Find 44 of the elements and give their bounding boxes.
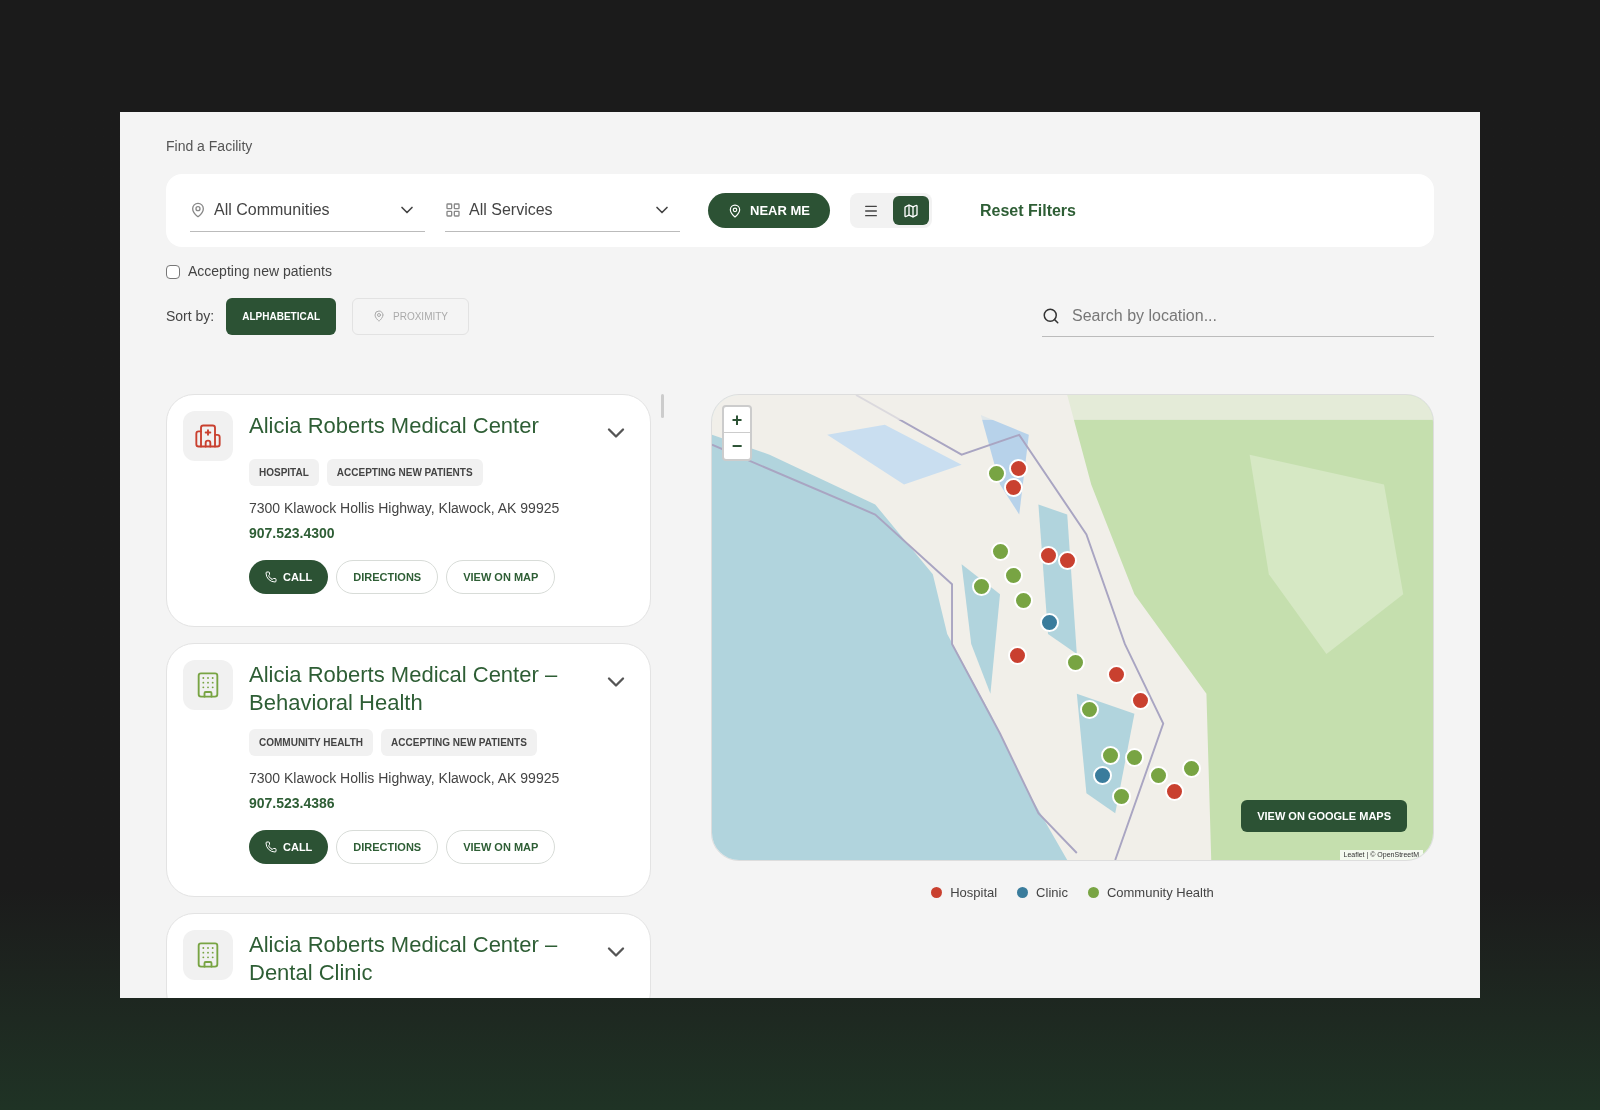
facility-name: Alicia Roberts Medical Center: [249, 412, 539, 440]
call-button[interactable]: CALL: [249, 560, 329, 594]
location-pin-icon: [728, 203, 742, 218]
facility-address: 7300 Klawock Hollis Highway, Klawock, AK 99925: [249, 769, 561, 788]
map-view-button[interactable]: [892, 196, 929, 225]
zoom-out-button[interactable]: −: [724, 433, 750, 459]
legend-label: Community Health: [1106, 884, 1214, 902]
search-icon: [1042, 306, 1060, 325]
facility-phone: 907.523.4300: [249, 524, 336, 543]
google-maps-button[interactable]: VIEW ON GOOGLE MAPS: [1241, 800, 1407, 832]
hospital-icon: [194, 422, 222, 450]
reset-filters-link[interactable]: Reset Filters: [979, 198, 1076, 223]
action-button[interactable]: VIEW ON MAP: [446, 830, 556, 864]
legend-label: Hospital: [950, 884, 998, 902]
call-button[interactable]: CALL: [249, 830, 329, 864]
map-icon: [902, 202, 919, 219]
phone-icon: [265, 841, 277, 853]
action-button[interactable]: DIRECTIONS: [336, 560, 439, 594]
facility-name: Alicia Roberts Medical Center – Behavioral Health: [249, 661, 559, 717]
checkbox-label: Accepting new patients: [188, 262, 332, 281]
grid-icon: [445, 202, 461, 218]
tag: HOSPITAL: [249, 459, 319, 486]
scrollbar[interactable]: [661, 394, 664, 418]
location-pin-icon: [373, 310, 386, 322]
tag: ACCEPTING NEW PATIENTS: [326, 459, 483, 486]
facility-address: 7300 Klawock Hollis Highway, Klawock, AK 99925: [249, 499, 561, 518]
location-pin-icon: [190, 202, 206, 218]
service-dropdown[interactable]: All Services: [445, 189, 680, 232]
near-me-button[interactable]: NEAR ME: [708, 193, 830, 228]
checkbox[interactable]: [166, 264, 180, 279]
sort-option[interactable]: ALPHABETICAL: [226, 297, 337, 335]
action-button[interactable]: DIRECTIONS: [336, 830, 439, 864]
facility-name: Alicia Roberts Medical Center – Dental Clinic: [249, 931, 559, 987]
action-button[interactable]: VIEW ON MAP: [446, 560, 556, 594]
phone-icon: [265, 571, 277, 583]
facility-phone: 907.523.4386: [249, 794, 336, 813]
tag: ACCEPTING NEW PATIENTS: [381, 729, 537, 756]
tag: COMMUNITY HEALTH: [249, 729, 374, 756]
zoom-in-button[interactable]: +: [724, 407, 750, 433]
sort-label: Sort by:: [166, 306, 215, 326]
legend-label: Clinic: [1036, 884, 1068, 902]
community-dropdown[interactable]: All Communities: [190, 189, 425, 232]
page-title: Find a Facility: [166, 138, 253, 154]
search-field[interactable]: Search by location...: [1072, 300, 1434, 331]
